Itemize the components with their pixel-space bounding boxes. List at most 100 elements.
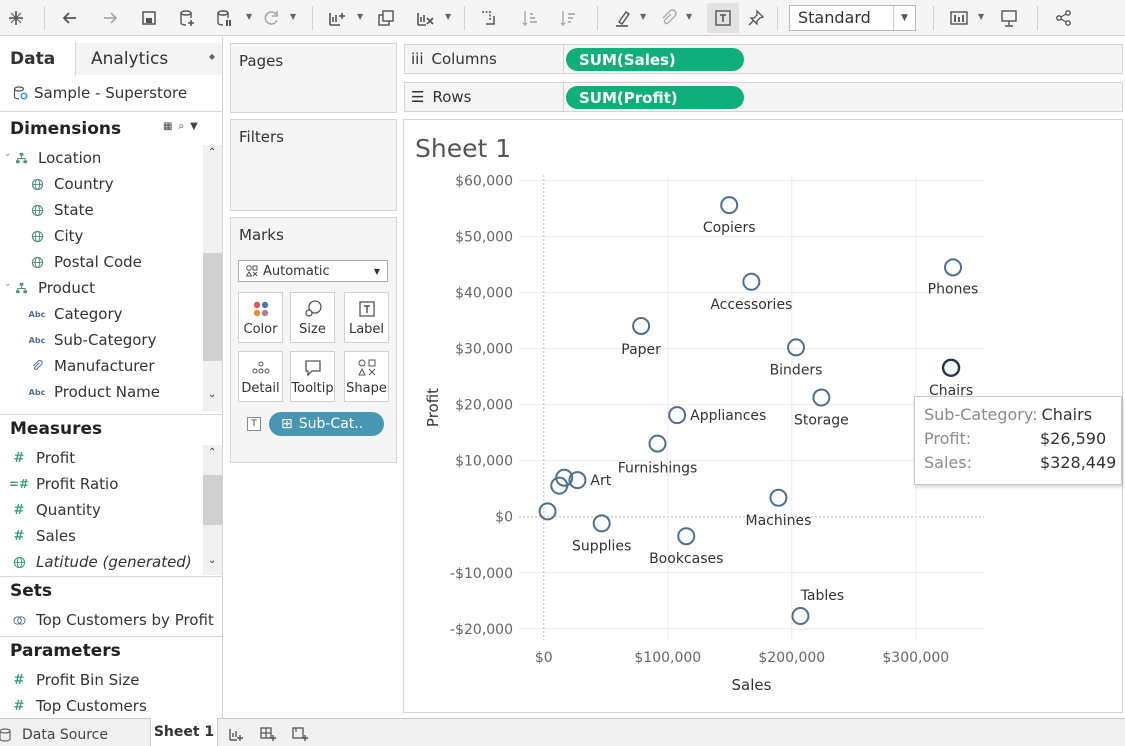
scatter-point[interactable] xyxy=(944,258,963,277)
mark-type-select[interactable]: Automatic ▼ xyxy=(238,260,388,282)
back-icon[interactable] xyxy=(58,6,82,30)
chevron-down-icon[interactable]: › xyxy=(2,283,12,293)
chevron-down-icon[interactable]: ▼ xyxy=(190,121,198,132)
pause-updates-icon[interactable] xyxy=(212,6,236,30)
field-city[interactable]: City xyxy=(30,224,83,248)
chevron-down-icon[interactable]: ▼ xyxy=(246,13,254,21)
scatter-point[interactable] xyxy=(677,527,696,546)
scatter-point[interactable] xyxy=(720,196,739,215)
chevron-down-icon[interactable]: › xyxy=(2,153,12,163)
sub-category-label-pill[interactable]: ⊞ Sub-Cat.. xyxy=(269,412,384,436)
field-profit[interactable]: # Profit xyxy=(12,446,76,470)
scatter-point[interactable] xyxy=(632,316,651,335)
detail-button[interactable]: Detail xyxy=(238,351,283,402)
pin-icon[interactable] xyxy=(744,6,768,30)
size-button[interactable]: Size xyxy=(290,292,335,343)
field-manufacturer[interactable]: Manufacturer xyxy=(30,354,155,378)
new-worksheet-icon[interactable] xyxy=(325,6,349,30)
field-sub-category[interactable]: Abc Sub-Category xyxy=(29,328,157,352)
presentation-mode-icon[interactable] xyxy=(997,6,1021,30)
scatter-point[interactable] xyxy=(668,406,687,425)
datasource-item[interactable]: Sample - Superstore xyxy=(12,84,187,102)
field-sales[interactable]: # Sales xyxy=(12,524,76,548)
tab-analytics[interactable]: Analytics ◆ xyxy=(76,43,222,75)
field-product-name[interactable]: Abc Product Name xyxy=(29,380,160,404)
dimensions-scrollbar[interactable]: ⌃ ⌄ xyxy=(203,145,222,411)
tooltip-button[interactable]: Tooltip xyxy=(290,351,335,402)
sort-descending-icon[interactable] xyxy=(556,6,580,30)
label-button[interactable]: Label xyxy=(344,292,389,343)
scatter-point[interactable] xyxy=(648,434,667,453)
highlight-icon[interactable] xyxy=(611,6,635,30)
scroll-up-icon[interactable]: ⌃ xyxy=(208,447,218,458)
sum-profit-pill[interactable]: SUM(Profit) xyxy=(566,86,744,109)
share-icon[interactable] xyxy=(1052,6,1076,30)
scatter-point[interactable] xyxy=(787,338,806,357)
field-location[interactable]: › Location xyxy=(2,146,101,170)
new-story-icon[interactable] xyxy=(292,726,308,742)
sum-sales-pill[interactable]: SUM(Sales) xyxy=(566,48,744,71)
forward-icon[interactable] xyxy=(98,6,122,30)
new-datasource-icon[interactable] xyxy=(175,6,199,30)
scroll-down-icon[interactable]: ⌄ xyxy=(208,555,218,566)
view-list-icon[interactable]: ▦ xyxy=(163,121,172,132)
new-worksheet-icon[interactable] xyxy=(228,726,244,742)
search-icon[interactable]: ⌕ xyxy=(178,121,184,132)
scatter-point[interactable] xyxy=(742,272,761,291)
scatter-point[interactable] xyxy=(769,488,788,507)
filters-shelf[interactable]: Filters xyxy=(230,119,397,211)
measures-scrollbar[interactable]: ⌃ ⌄ xyxy=(203,445,222,575)
tab-data-source[interactable]: Data Source xyxy=(0,722,108,746)
datasource-name: Sample - Superstore xyxy=(34,84,188,102)
pages-shelf[interactable]: Pages xyxy=(230,43,397,113)
fit-select[interactable]: Standard ▼ xyxy=(789,5,916,31)
field-profit-ratio[interactable]: =# Profit Ratio xyxy=(9,472,118,496)
chevron-down-icon[interactable]: ▼ xyxy=(357,13,365,21)
x-tick-label: $0 xyxy=(535,650,553,666)
scatter-point[interactable] xyxy=(791,607,810,626)
tab-sheet-1[interactable]: Sheet 1 xyxy=(150,718,218,746)
scatter-point[interactable] xyxy=(812,388,831,407)
field-profit-bin-size[interactable]: # Profit Bin Size xyxy=(12,668,140,692)
refresh-icon[interactable] xyxy=(260,6,284,30)
chevron-down-icon[interactable]: ▼ xyxy=(686,13,694,21)
color-button[interactable]: Color xyxy=(238,292,283,343)
tableau-logo-icon[interactable] xyxy=(4,6,28,30)
field-quantity[interactable]: # Quantity xyxy=(12,498,101,522)
expand-icon[interactable]: ⊞ xyxy=(281,416,293,432)
scroll-thumb[interactable] xyxy=(203,253,222,361)
scatter-point[interactable] xyxy=(592,514,611,533)
chevron-down-icon[interactable]: ▼ xyxy=(290,13,298,21)
field-top-customers[interactable]: # Top Customers xyxy=(12,694,147,718)
group-members-icon[interactable] xyxy=(656,6,680,30)
field-latitude-generated[interactable]: Latitude (generated) xyxy=(12,550,192,574)
scroll-thumb[interactable] xyxy=(203,475,222,525)
field-category[interactable]: Abc Category xyxy=(29,302,123,326)
label-encoding-icon[interactable]: T xyxy=(247,417,261,431)
field-top-customers-by-profit[interactable]: Top Customers by Profit xyxy=(12,608,214,632)
columns-shelf[interactable]: iii Columns SUM(Sales) xyxy=(404,44,1123,74)
chevron-down-icon[interactable]: ▼ xyxy=(367,261,387,281)
scroll-up-icon[interactable]: ⌃ xyxy=(208,147,218,158)
field-state[interactable]: State xyxy=(30,198,94,222)
chevron-down-icon[interactable]: ▼ xyxy=(893,6,915,30)
scatter-point[interactable] xyxy=(941,358,961,377)
field-postal-code[interactable]: Postal Code xyxy=(30,250,142,274)
tab-data[interactable]: Data xyxy=(0,43,76,76)
save-icon[interactable] xyxy=(137,6,161,30)
sort-ascending-icon[interactable] xyxy=(518,6,542,30)
duplicate-sheet-icon[interactable] xyxy=(374,6,398,30)
clear-sheet-icon[interactable] xyxy=(413,6,437,30)
chevron-down-icon[interactable]: ▼ xyxy=(640,13,648,21)
new-dashboard-icon[interactable] xyxy=(260,726,276,742)
chevron-down-icon[interactable]: ▼ xyxy=(978,13,986,21)
show-cards-icon[interactable] xyxy=(947,6,971,30)
shape-button[interactable]: Shape xyxy=(344,351,389,402)
field-country[interactable]: Country xyxy=(30,172,114,196)
scroll-down-icon[interactable]: ⌄ xyxy=(208,389,218,400)
field-product[interactable]: › Product xyxy=(2,276,95,300)
show-mark-labels-icon[interactable] xyxy=(707,3,739,33)
chevron-down-icon[interactable]: ▼ xyxy=(445,13,453,21)
swap-rows-columns-icon[interactable] xyxy=(476,6,500,30)
rows-shelf[interactable]: ☰ Rows SUM(Profit) xyxy=(404,82,1123,112)
